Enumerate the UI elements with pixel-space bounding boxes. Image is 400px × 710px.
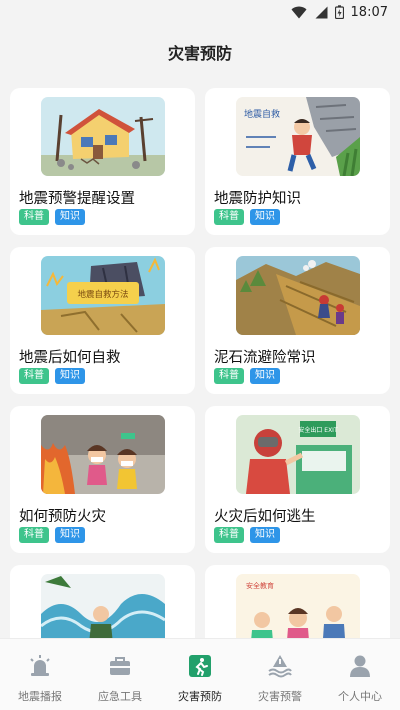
card-image-flood <box>41 574 165 638</box>
tab-label: 地震播报 <box>18 690 62 703</box>
battery-icon <box>334 5 344 19</box>
image-text-quake-selfhelp: 地震自救 <box>244 108 280 120</box>
card-tags: 科普 知识 <box>214 527 280 543</box>
alarm-light-icon <box>27 653 53 679</box>
status-bar: 18:07 <box>0 0 400 24</box>
card-image-safety-education: 安全教育 <box>236 574 360 638</box>
card-tags: 科普 知识 <box>19 527 85 543</box>
tag-knowledge: 知识 <box>250 209 280 225</box>
tag-knowledge: 知识 <box>250 527 280 543</box>
tag-knowledge: 知识 <box>55 368 85 384</box>
tab-disaster-warning[interactable]: 灾害预警 <box>240 639 320 710</box>
card-title: 地震后如何自救 <box>19 350 121 366</box>
running-exit-icon <box>187 653 213 679</box>
image-text-selfrescue-method: 地震自救方法 <box>77 289 128 300</box>
card-tags: 科普 知识 <box>19 368 85 384</box>
card-image-exit-sign: 安全出口 EXIT <box>236 415 360 494</box>
tag-knowledge: 知识 <box>55 527 85 543</box>
card-image-fire-escape <box>41 415 165 494</box>
image-text-safety-education: 安全教育 <box>246 581 274 590</box>
tab-label: 个人中心 <box>338 690 382 703</box>
card-image-child-shelter: 地震自救 <box>236 97 360 176</box>
card-fire-escape[interactable]: 安全出口 EXIT 火灾后如何逃生 科普 知识 <box>205 406 390 553</box>
toolbox-icon <box>107 653 133 679</box>
card-image-house-quake <box>41 97 165 176</box>
card-title: 地震预警提醒设置 <box>19 191 135 207</box>
tag-science: 科普 <box>214 209 244 225</box>
tag-science: 科普 <box>19 209 49 225</box>
tab-personal-center[interactable]: 个人中心 <box>320 639 400 710</box>
status-time: 18:07 <box>350 4 388 20</box>
card-tags: 科普 知识 <box>19 209 85 225</box>
card-fire-prevention[interactable]: 如何预防火灾 科普 知识 <box>10 406 195 553</box>
card-title: 火灾后如何逃生 <box>214 509 316 525</box>
tag-science: 科普 <box>214 368 244 384</box>
card-title: 泥石流避险常识 <box>214 350 316 366</box>
tab-label: 灾害预警 <box>258 690 302 703</box>
warning-wave-icon <box>267 653 293 679</box>
tab-earthquake-broadcast[interactable]: 地震播报 <box>0 639 80 710</box>
card-grid: 地震预警提醒设置 科普 知识 地震自救 地震防护知识 科普 知识 地震自救方法 … <box>10 88 390 638</box>
image-text-exit: 安全出口 EXIT <box>298 426 338 434</box>
card-image-quake-selfrescue: 地震自救方法 <box>41 256 165 335</box>
tag-science: 科普 <box>19 527 49 543</box>
card-earthquake-warning-settings[interactable]: 地震预警提醒设置 科普 知识 <box>10 88 195 235</box>
tag-knowledge: 知识 <box>250 368 280 384</box>
card-tags: 科普 知识 <box>214 368 280 384</box>
card-flood[interactable] <box>10 565 195 638</box>
signal-icon <box>315 6 328 18</box>
page-title: 灾害预防 <box>167 44 232 63</box>
card-mudslide-avoidance[interactable]: 泥石流避险常识 科普 知识 <box>205 247 390 394</box>
tag-science: 科普 <box>19 368 49 384</box>
tag-knowledge: 知识 <box>55 209 85 225</box>
card-safety-education[interactable]: 安全教育 <box>205 565 390 638</box>
tab-label: 应急工具 <box>98 690 142 703</box>
card-earthquake-protection[interactable]: 地震自救 地震防护知识 科普 知识 <box>205 88 390 235</box>
bottom-tab-bar: 地震播报 应急工具 灾害预防 灾害预警 个人中心 <box>0 638 400 710</box>
card-title: 地震防护知识 <box>214 191 301 207</box>
card-image-mudslide <box>236 256 360 335</box>
tag-science: 科普 <box>214 527 244 543</box>
tab-disaster-prevention[interactable]: 灾害预防 <box>160 639 240 710</box>
tab-label: 灾害预防 <box>178 690 222 703</box>
wifi-icon <box>291 6 307 18</box>
person-icon <box>347 653 373 679</box>
card-post-quake-selfrescue[interactable]: 地震自救方法 地震后如何自救 科普 知识 <box>10 247 195 394</box>
tab-emergency-tools[interactable]: 应急工具 <box>80 639 160 710</box>
card-tags: 科普 知识 <box>214 209 280 225</box>
card-title: 如何预防火灾 <box>19 509 106 525</box>
